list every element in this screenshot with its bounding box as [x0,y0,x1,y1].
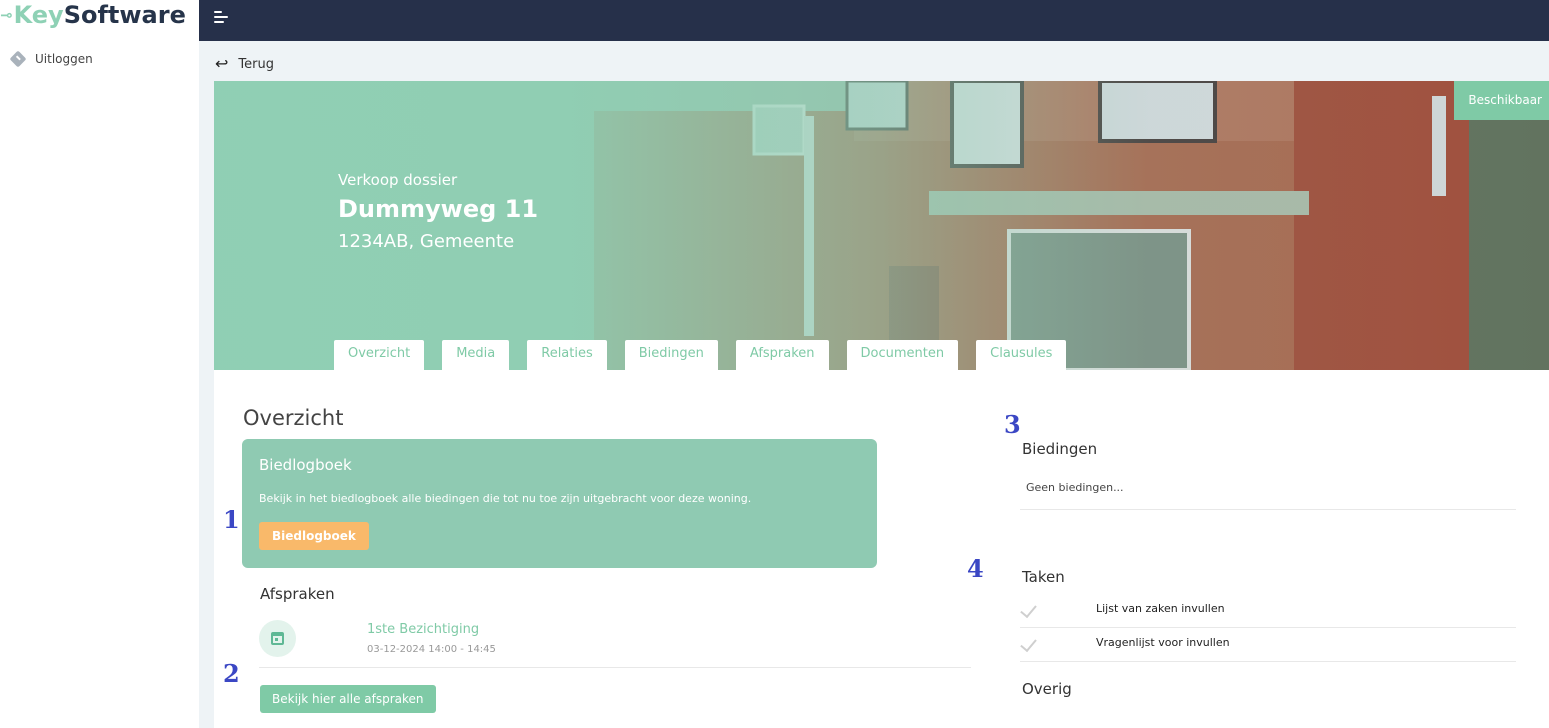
app-logo[interactable]: ⊸ Key Software [0,0,186,30]
annotation-number: 1 [223,505,240,534]
other-title: Overig [1022,680,1072,698]
property-hero: Verkoop dossier Dummyweg 11 1234AB, Geme… [214,81,1549,370]
divider [1020,509,1516,510]
appointment-title[interactable]: 1ste Bezichtiging [367,622,479,637]
tab-biedingen[interactable]: Biedingen [624,340,718,370]
divider [259,667,971,668]
tab-media[interactable]: Media [442,340,510,370]
main-area: ↩ Terug Verkoop dossier Dummyweg 11 1234… [199,41,1549,728]
annotation-number: 2 [223,659,240,688]
bids-empty-text: Geen biedingen... [1026,481,1124,494]
annotation-number: 3 [1004,410,1021,439]
tasks-title: Taken [1022,568,1065,586]
menu-toggle-icon[interactable] [214,9,232,25]
property-street: Dummyweg 11 [338,195,539,223]
bidbook-title: Biedlogboek [259,456,352,474]
logo-software-text: Software [63,1,186,29]
content-panel: Overzicht Biedlogboek Bekijk in het bied… [214,370,1549,728]
top-bar [199,0,1549,41]
section-title: Overzicht [243,406,344,430]
status-badge: Beschikbaar [1454,81,1549,120]
hero-text: Verkoop dossier Dummyweg 11 1234AB, Geme… [338,171,538,252]
check-icon[interactable] [1020,634,1042,650]
back-link[interactable]: ↩ Terug [215,56,274,72]
bidbook-card: Biedlogboek Bekijk in het biedlogboek al… [242,439,877,568]
task-label: Lijst van zaken invullen [1096,602,1225,615]
back-label: Terug [238,56,274,72]
tab-relaties[interactable]: Relaties [527,340,607,370]
calendar-icon [259,620,296,657]
logout-icon [9,50,27,68]
tab-clausules[interactable]: Clausules [976,340,1067,370]
tab-documenten[interactable]: Documenten [846,340,959,370]
back-arrow-icon: ↩ [215,54,229,73]
bidbook-description: Bekijk in het biedlogboek alle biedingen… [259,492,752,505]
appointment-time: 03-12-2024 14:00 - 14:45 [367,644,496,655]
property-city: 1234AB, Gemeente [338,231,515,252]
check-icon[interactable] [1020,600,1042,616]
logout-label: Uitloggen [35,52,93,66]
task-label: Vragenlijst voor invullen [1096,636,1230,649]
bidbook-button[interactable]: Biedlogboek [259,522,369,550]
bids-title: Biedingen [1022,440,1098,458]
tab-afspraken[interactable]: Afspraken [735,340,829,370]
appointments-title: Afspraken [260,585,335,603]
annotation-number: 4 [967,554,984,583]
tab-bar: Overzicht Media Relaties Biedingen Afspr… [334,340,1067,370]
sidebar: ⊸ Key Software Uitloggen [0,0,199,728]
dossier-type: Verkoop dossier [338,171,458,189]
all-appointments-button[interactable]: Bekijk hier alle afspraken [260,685,436,713]
logout-link[interactable]: Uitloggen [9,50,93,68]
key-icon: ⊸ [0,6,13,24]
task-item[interactable]: Vragenlijst voor invullen [1020,628,1516,662]
tab-overzicht[interactable]: Overzicht [334,340,425,370]
logo-key-text: Key [13,1,64,29]
task-item[interactable]: Lijst van zaken invullen [1020,594,1516,628]
